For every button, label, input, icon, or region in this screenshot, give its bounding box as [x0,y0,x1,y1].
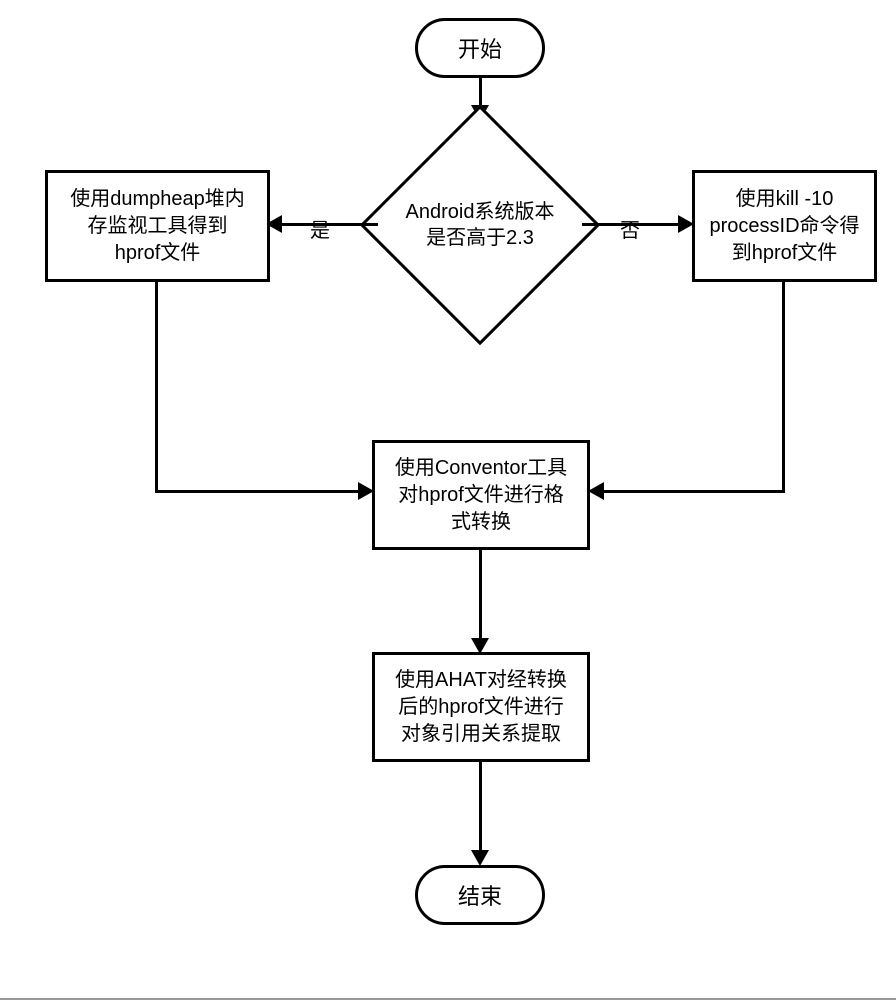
edge-decision-no [582,223,680,226]
edge-left-right [155,490,360,493]
edge-ahat-to-end [479,762,482,852]
edge-decision-yes [280,223,378,226]
text-line: 使用Conventor工具 [395,455,567,482]
decision-version-check: Android系统版本 是否高于2.3 [395,140,565,310]
process-kill10: 使用kill -10 processID命令得 到hprof文件 [692,170,877,282]
arrowhead [588,482,604,500]
edge-right-down [782,282,785,492]
end-terminator: 结束 [415,865,545,925]
edge-convert-to-ahat [479,550,482,640]
edge-label-yes: 是 [310,214,330,243]
text-line: processID命令得 [709,213,859,240]
flowchart-canvas: 开始 Android系统版本 是否高于2.3 是 否 使用dumpheap堆内 … [0,0,896,1000]
text-line: 到hprof文件 [732,240,838,267]
process-ahat: 使用AHAT对经转换 后的hprof文件进行 对象引用关系提取 [372,652,590,762]
text-line: 存监视工具得到 [88,213,228,240]
edge-left-down [155,282,158,492]
edge-right-left [602,490,785,493]
start-terminator: 开始 [415,18,545,78]
text-line: 对象引用关系提取 [401,721,561,748]
process-conventor: 使用Conventor工具 对hprof文件进行格 式转换 [372,440,590,550]
decision-text: Android系统版本 是否高于2.3 [380,199,580,251]
text-line: 使用AHAT对经转换 [395,667,567,694]
process-dumpheap: 使用dumpheap堆内 存监视工具得到 hprof文件 [45,170,270,282]
text-line: hprof文件 [115,240,201,267]
decision-line2: 是否高于2.3 [426,227,534,249]
text-line: 使用kill -10 [736,186,834,213]
decision-line1: Android系统版本 [406,201,555,223]
text-line: 对hprof文件进行格 [398,482,564,509]
edge-label-no: 否 [620,214,640,243]
text-line: 使用dumpheap堆内 [70,186,245,213]
text-line: 后的hprof文件进行 [398,694,564,721]
text-line: 式转换 [451,509,511,536]
arrowhead [471,850,489,866]
